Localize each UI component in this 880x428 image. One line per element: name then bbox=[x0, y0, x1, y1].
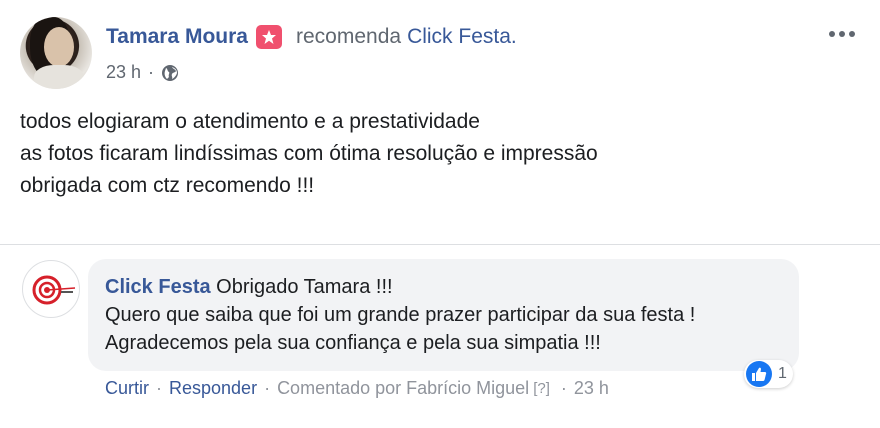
recommend-text: recomenda bbox=[296, 25, 402, 48]
comment-bubble: Click Festa Obrigado Tamara !!! Quero qu… bbox=[88, 259, 799, 371]
comment-timestamp[interactable]: 23 h bbox=[574, 378, 609, 399]
comment-line: Agradecemos pela sua confiança e pela su… bbox=[105, 332, 601, 354]
comment-line: Quero que saiba que foi um grande prazer… bbox=[105, 304, 696, 326]
globe-icon[interactable] bbox=[161, 64, 179, 82]
comment-text: Click Festa Obrigado Tamara !!! Quero qu… bbox=[105, 273, 695, 357]
author-name[interactable]: Tamara Moura bbox=[106, 25, 248, 49]
comment-first-line: Obrigado Tamara !!! bbox=[216, 276, 393, 298]
post-meta: 23 h · bbox=[106, 62, 179, 83]
post-body-line: todos elogiaram o atendimento e a presta… bbox=[20, 110, 480, 133]
action-separator: · bbox=[156, 378, 162, 398]
thumbs-up-icon bbox=[746, 361, 772, 387]
more-options-icon[interactable] bbox=[829, 24, 861, 44]
meta-separator: · bbox=[148, 62, 155, 82]
author-avatar[interactable] bbox=[20, 17, 92, 89]
post-timestamp[interactable]: 23 h bbox=[106, 62, 141, 83]
page-avatar[interactable] bbox=[22, 260, 80, 318]
post-body: todos elogiaram o atendimento e a presta… bbox=[20, 106, 598, 202]
divider bbox=[0, 244, 880, 245]
comment-actions: Curtir · Responder · Comentado por Fabrí… bbox=[105, 378, 609, 399]
like-link[interactable]: Curtir bbox=[105, 378, 149, 399]
help-link[interactable]: [?] bbox=[533, 380, 550, 397]
star-badge-icon bbox=[256, 25, 282, 49]
action-separator: · bbox=[264, 378, 271, 398]
commented-by: Comentado por Fabrício Miguel bbox=[277, 378, 530, 398]
comment-author[interactable]: Click Festa bbox=[105, 276, 211, 298]
action-separator: · bbox=[560, 378, 567, 398]
reply-link[interactable]: Responder bbox=[169, 378, 257, 399]
post-body-line: as fotos ficaram lindíssimas com ótima r… bbox=[20, 142, 598, 165]
page-link[interactable]: Click Festa. bbox=[407, 25, 517, 49]
post-header: Tamara Moura recomenda Click Festa. 23 h… bbox=[0, 0, 880, 100]
reaction-summary[interactable]: 1 bbox=[744, 360, 793, 388]
post-title-line: Tamara Moura recomenda Click Festa. bbox=[106, 25, 517, 49]
post-body-line: obrigada com ctz recomendo !!! bbox=[20, 174, 315, 197]
reaction-count: 1 bbox=[778, 365, 787, 382]
